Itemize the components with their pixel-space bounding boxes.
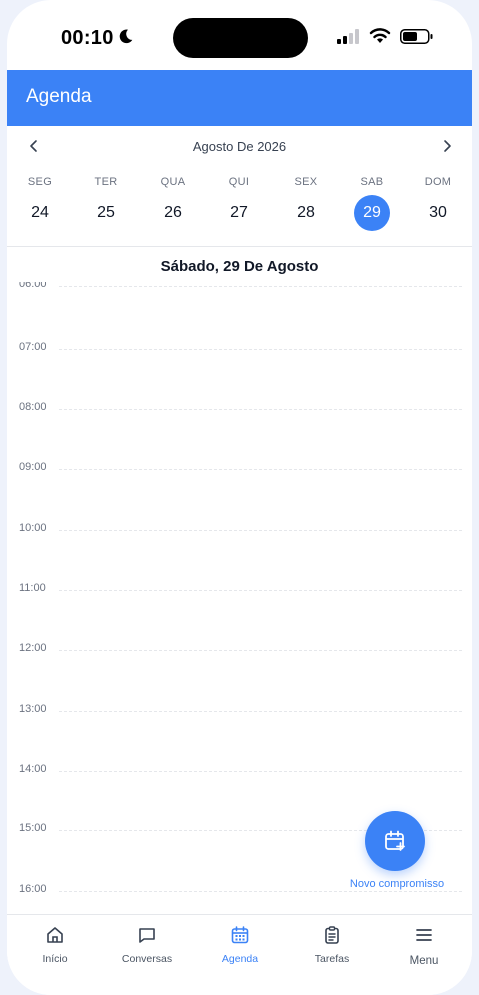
- day-cell-sab[interactable]: SAB 29: [346, 168, 398, 238]
- month-navigation: Agosto De 2026: [7, 126, 472, 166]
- day-abbr: SEX: [294, 176, 318, 188]
- selected-date-title: Sábado, 29 De Agosto: [160, 258, 319, 275]
- day-abbr: SAB: [360, 176, 384, 188]
- wifi-icon: [369, 28, 391, 43]
- day-cell-qui[interactable]: QUI 27: [213, 168, 265, 238]
- day-abbr: QUI: [228, 176, 250, 188]
- day-cell-dom[interactable]: DOM 30: [412, 168, 464, 238]
- week-strip: SEG 24 TER 25 QUA 26 QUI 27 SEX 28 SAB 2…: [7, 168, 472, 247]
- hour-divider: [59, 771, 462, 772]
- hour-row: 09:00: [7, 461, 472, 529]
- hour-row: 07:00: [7, 341, 472, 409]
- nav-label: Início: [42, 953, 68, 965]
- hour-row: 13:00: [7, 703, 472, 771]
- day-number: 26: [164, 204, 182, 221]
- day-number-selected: 29: [354, 195, 390, 231]
- status-bar: 00:10: [7, 0, 472, 70]
- app-header: Agenda: [7, 70, 472, 126]
- hour-label: 06:00: [19, 282, 47, 290]
- day-number: 25: [97, 204, 115, 221]
- new-appointment-button[interactable]: [365, 811, 425, 871]
- nav-item-agenda[interactable]: Agenda: [195, 925, 285, 975]
- day-number: 28: [297, 204, 315, 221]
- day-abbr: DOM: [424, 176, 452, 188]
- hour-row: 08:00: [7, 401, 472, 469]
- hour-divider: [59, 891, 462, 892]
- day-cell-sex[interactable]: SEX 28: [280, 168, 332, 238]
- signal-icon: [337, 29, 359, 44]
- calendar-icon: [231, 926, 249, 944]
- phone-screen: 00:10 Agenda Agosto De 2026 SEG 24 TER 2…: [7, 0, 472, 995]
- hour-label: 13:00: [19, 703, 47, 715]
- hour-label: 16:00: [19, 883, 47, 895]
- new-appointment-label[interactable]: Novo compromisso: [327, 878, 467, 890]
- hour-row: 16:00: [7, 883, 472, 915]
- hour-label: 08:00: [19, 401, 47, 413]
- day-cell-seg[interactable]: SEG 24: [14, 168, 66, 238]
- hour-divider: [59, 286, 462, 287]
- day-abbr: TER: [94, 176, 118, 188]
- nav-label: Agenda: [221, 953, 259, 965]
- hour-label: 15:00: [19, 822, 47, 834]
- nav-item-menu[interactable]: Menu: [379, 925, 469, 975]
- hour-divider: [59, 590, 462, 591]
- day-cell-ter[interactable]: TER 25: [80, 168, 132, 238]
- month-label: Agosto De 2026: [192, 139, 287, 154]
- nav-item-conversas[interactable]: Conversas: [102, 925, 192, 975]
- nav-label: Tarefas: [314, 953, 350, 965]
- day-abbr: QUA: [160, 176, 186, 188]
- menu-icon: [416, 929, 432, 941]
- chat-icon: [139, 928, 155, 943]
- day-cell-qua[interactable]: QUA 26: [147, 168, 199, 238]
- page-title: Agenda: [26, 86, 92, 107]
- nav-item-inicio[interactable]: Início: [10, 925, 100, 975]
- hour-row: 11:00: [7, 582, 472, 650]
- hour-label: 09:00: [19, 461, 47, 473]
- home-icon: [47, 927, 63, 943]
- nav-label: Conversas: [121, 953, 173, 965]
- hour-divider: [59, 711, 462, 712]
- bottom-navigation: Início Conversas Agenda Tarefas Menu: [7, 914, 472, 995]
- nav-label: Menu: [409, 955, 439, 967]
- hour-label: 07:00: [19, 341, 47, 353]
- hour-divider: [59, 530, 462, 531]
- hour-label: 12:00: [19, 642, 47, 654]
- day-number: 30: [429, 204, 447, 221]
- day-number: 27: [230, 204, 248, 221]
- clipboard-icon: [325, 926, 339, 944]
- day-number: 24: [31, 204, 49, 221]
- hour-divider: [59, 650, 462, 651]
- status-time: 00:10: [61, 27, 114, 49]
- nav-item-tarefas[interactable]: Tarefas: [287, 925, 377, 975]
- battery-icon: [400, 29, 433, 44]
- hour-divider: [59, 349, 462, 350]
- hour-label: 10:00: [19, 522, 47, 534]
- moon-icon: [119, 29, 133, 44]
- day-abbr: SEG: [27, 176, 53, 188]
- chevron-right-icon[interactable]: [439, 138, 455, 154]
- hour-row: 10:00: [7, 522, 472, 590]
- hour-label: 11:00: [19, 582, 46, 594]
- hour-divider: [59, 469, 462, 470]
- calendar-plus-icon: [385, 830, 405, 851]
- hour-divider: [59, 409, 462, 410]
- hour-label: 14:00: [19, 763, 47, 775]
- hour-row: 12:00: [7, 642, 472, 710]
- dynamic-island: [173, 18, 308, 58]
- hour-row: 06:00: [7, 282, 472, 346]
